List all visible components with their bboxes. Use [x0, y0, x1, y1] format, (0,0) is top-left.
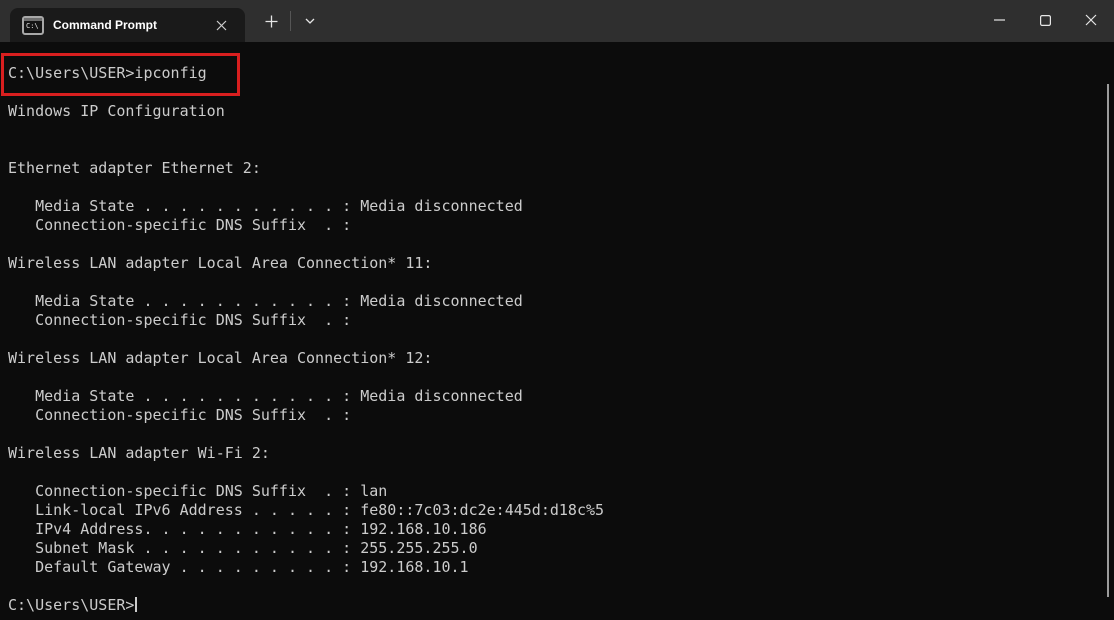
terminal-output-line: Media State . . . . . . . . . . . : Medi… [8, 292, 1106, 311]
terminal-output-line: Media State . . . . . . . . . . . : Medi… [8, 387, 1106, 406]
tab-command-prompt[interactable]: Command Prompt [10, 8, 245, 42]
terminal-output-line: Connection-specific DNS Suffix . : lan [8, 482, 1106, 501]
tab-actions [255, 0, 326, 42]
terminal-output-line: IPv4 Address. . . . . . . . . . . : 192.… [8, 520, 1106, 539]
terminal-command-line: C:\Users\USER>ipconfig [8, 64, 1106, 83]
terminal-output-line [8, 178, 1106, 197]
scrollbar-thumb[interactable] [1107, 84, 1109, 597]
terminal-output-line [8, 425, 1106, 444]
terminal-output-line: Wireless LAN adapter Wi-Fi 2: [8, 444, 1106, 463]
terminal-output-line: Ethernet adapter Ethernet 2: [8, 159, 1106, 178]
terminal-output-line: Wireless LAN adapter Local Area Connecti… [8, 349, 1106, 368]
close-button[interactable] [1068, 0, 1114, 40]
cmd-window-icon [22, 16, 44, 35]
tab-close-button[interactable] [207, 11, 235, 39]
terminal-window: Command Prompt [0, 0, 1114, 620]
terminal-output-lines: Windows IP Configuration Ethernet adapter… [8, 83, 1106, 596]
terminal-output-line [8, 577, 1106, 596]
terminal-output-line: Wireless LAN adapter Local Area Connecti… [8, 254, 1106, 273]
terminal-output-line: Default Gateway . . . . . . . . . : 192.… [8, 558, 1106, 577]
minimize-button[interactable] [976, 0, 1022, 40]
terminal-output-line [8, 463, 1106, 482]
terminal-output-line [8, 83, 1106, 102]
title-bar: Command Prompt [0, 0, 1114, 42]
close-icon [216, 20, 227, 31]
terminal-output-line [8, 330, 1106, 349]
maximize-button[interactable] [1022, 0, 1068, 40]
close-icon [1085, 14, 1097, 26]
terminal-output-line [8, 140, 1106, 159]
chevron-down-icon [305, 18, 315, 24]
terminal-output-line: Windows IP Configuration [8, 102, 1106, 121]
terminal-output-line: Connection-specific DNS Suffix . : [8, 216, 1106, 235]
terminal-output-line: Link-local IPv6 Address . . . . . : fe80… [8, 501, 1106, 520]
terminal-output-line: Subnet Mask . . . . . . . . . . . : 255.… [8, 539, 1106, 558]
prompt-text: C:\Users\USER> [8, 596, 134, 614]
terminal-output-line: Connection-specific DNS Suffix . : [8, 311, 1106, 330]
text-cursor [135, 597, 137, 612]
terminal-output-line [8, 273, 1106, 292]
minimize-icon [994, 19, 1005, 21]
new-tab-button[interactable] [255, 6, 287, 36]
tab-dropdown-button[interactable] [294, 6, 326, 36]
maximize-icon [1040, 15, 1051, 26]
terminal-output-line [8, 368, 1106, 387]
terminal-output-line [8, 121, 1106, 140]
terminal-content[interactable]: C:\Users\USER>ipconfig Windows IP Config… [0, 42, 1114, 620]
terminal-prompt-line: C:\Users\USER> [8, 596, 1106, 615]
plus-icon [265, 15, 278, 28]
terminal-output-line: Media State . . . . . . . . . . . : Medi… [8, 197, 1106, 216]
tab-title: Command Prompt [53, 18, 207, 32]
terminal-output-line [8, 235, 1106, 254]
tab-actions-divider [290, 11, 291, 31]
terminal-output-line: Connection-specific DNS Suffix . : [8, 406, 1106, 425]
